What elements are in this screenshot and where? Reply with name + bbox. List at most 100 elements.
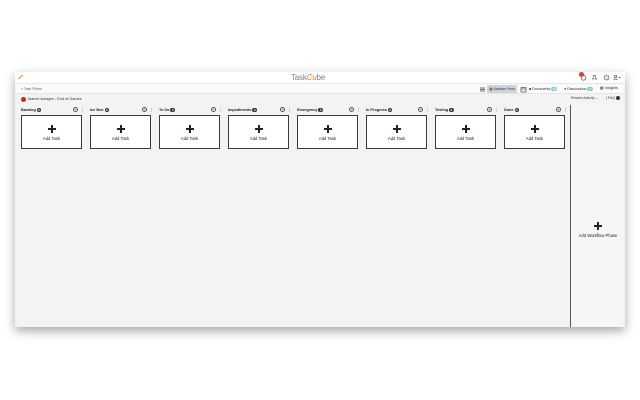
task-filter[interactable]: ▿ Task Filters bbox=[21, 87, 42, 92]
add-task-card[interactable]: Add Task bbox=[366, 115, 427, 149]
plus-icon bbox=[324, 125, 332, 133]
add-workflow-phase-label: Add Workflow Phase bbox=[578, 233, 618, 238]
plus-icon bbox=[117, 125, 125, 133]
kanban-view-button[interactable]: ▦ Kanban View bbox=[487, 85, 517, 93]
help-icon[interactable]: ? bbox=[603, 74, 610, 81]
insights-button[interactable]: ▩ Insights bbox=[600, 86, 618, 91]
column-title: Backlog 0 bbox=[21, 107, 42, 113]
more-options-icon[interactable]: ⋮ bbox=[287, 107, 292, 112]
more-options-icon[interactable]: ⋮ bbox=[494, 107, 499, 112]
column-count-badge: 0 bbox=[252, 107, 257, 112]
add-task-label: Add Task bbox=[180, 136, 199, 141]
column-title: Impediments 0 bbox=[228, 107, 257, 113]
kanban-label: Kanban View bbox=[493, 86, 515, 91]
discussions-count-badge: 0 bbox=[587, 86, 594, 91]
view-toolbar: ▿ Task Filters ▦ Kanban View ■ Documents… bbox=[15, 83, 625, 94]
plus-icon bbox=[255, 125, 263, 133]
more-options-icon[interactable]: ⋮ bbox=[218, 107, 223, 112]
add-task-card[interactable]: Add Task bbox=[435, 115, 496, 149]
filter-icon: ▿ bbox=[21, 87, 23, 91]
kanban-column: In Progress 0 + ⋮ Add Task bbox=[366, 107, 430, 157]
column-header: Impediments 0 + ⋮ bbox=[228, 107, 292, 113]
column-title: Emergency 0 bbox=[297, 107, 323, 113]
documents-button[interactable]: ■ Documents 30 bbox=[529, 86, 558, 92]
add-circle-icon[interactable]: + bbox=[73, 107, 78, 112]
project-title: Marcel Avingen - End of Games bbox=[28, 97, 82, 101]
add-circle-icon[interactable]: + bbox=[487, 107, 492, 112]
menu-icon[interactable] bbox=[18, 74, 24, 80]
more-options-icon[interactable]: ⋮ bbox=[425, 107, 430, 112]
column-header: Emergency 0 + ⋮ bbox=[297, 107, 361, 113]
logo-text-2: Cu bbox=[306, 73, 317, 82]
chat-icon: ● bbox=[564, 86, 567, 91]
chevron-down-icon: ⌄ bbox=[595, 96, 599, 100]
column-header: To Do 0 + ⋮ bbox=[159, 107, 223, 113]
column-title: In Progress 0 bbox=[366, 107, 393, 113]
kanban-column: Backlog 0 + ⋮ Add Task bbox=[21, 107, 85, 157]
column-name: Testing bbox=[435, 107, 449, 112]
add-task-label: Add Task bbox=[318, 136, 337, 141]
add-task-label: Add Task bbox=[387, 136, 406, 141]
documents-label: Documents bbox=[532, 86, 551, 91]
more-options-icon[interactable]: ⋮ bbox=[563, 107, 568, 112]
column-count-badge: 0 bbox=[170, 107, 175, 112]
column-name: Done bbox=[504, 107, 514, 112]
plus-icon bbox=[393, 125, 401, 133]
logo-text-3: be bbox=[316, 73, 325, 82]
plus-icon bbox=[186, 125, 194, 133]
calendar-view-icon[interactable] bbox=[520, 86, 527, 93]
more-options-icon[interactable]: ⋮ bbox=[80, 107, 85, 112]
kanban-icon: ▦ bbox=[489, 86, 493, 91]
discussions-button[interactable]: ● Discussions 0 bbox=[564, 86, 594, 92]
list-view-icon[interactable] bbox=[479, 86, 486, 93]
filter-label: Task Filters bbox=[23, 87, 42, 91]
kanban-column: Ice Box 0 + ⋮ Add Task bbox=[90, 107, 154, 157]
add-task-label: Add Task bbox=[111, 136, 130, 141]
add-task-card[interactable]: Add Task bbox=[90, 115, 151, 149]
column-name: Backlog bbox=[21, 107, 36, 112]
add-task-card[interactable]: Add Task bbox=[297, 115, 358, 149]
add-circle-icon[interactable]: + bbox=[211, 107, 216, 112]
plus-icon bbox=[531, 125, 539, 133]
column-header: Done 0 + ⋮ bbox=[504, 107, 568, 113]
add-circle-icon[interactable]: + bbox=[349, 107, 354, 112]
discussions-label: Discussions bbox=[567, 86, 587, 91]
column-title: Ice Box 0 bbox=[90, 107, 110, 113]
app-window: TaskCube ? ▿ Task Filters ▦ Kanban View … bbox=[15, 72, 625, 327]
recent-activity-dropdown[interactable]: Recent Activity ⌄ bbox=[571, 96, 599, 101]
kanban-column: Done 0 + ⋮ Add Task bbox=[504, 107, 568, 157]
insights-icon: ▩ bbox=[600, 86, 604, 90]
documents-count-badge: 30 bbox=[551, 86, 558, 91]
column-name: To Do bbox=[159, 107, 170, 112]
column-count-badge: 0 bbox=[36, 107, 42, 112]
add-circle-icon[interactable]: + bbox=[280, 107, 285, 112]
add-circle-icon[interactable]: + bbox=[556, 107, 561, 112]
add-task-card[interactable]: Add Task bbox=[504, 115, 565, 149]
more-options-icon[interactable]: ⋮ bbox=[149, 107, 154, 112]
add-workflow-phase-panel[interactable]: Add Workflow Phase bbox=[570, 105, 625, 327]
folder-icon: ■ bbox=[529, 86, 532, 91]
kanban-column: To Do 0 + ⋮ Add Task bbox=[159, 107, 223, 157]
more-options-icon[interactable]: ⋮ bbox=[356, 107, 361, 112]
add-task-card[interactable]: Add Task bbox=[21, 115, 82, 149]
logo-text-1: Task bbox=[291, 73, 307, 82]
user-menu-icon[interactable] bbox=[613, 74, 622, 81]
bell-icon[interactable] bbox=[591, 74, 598, 81]
column-header: In Progress 0 + ⋮ bbox=[366, 107, 430, 113]
add-task-label: Add Task bbox=[456, 136, 475, 141]
add-task-card[interactable]: Add Task bbox=[228, 115, 289, 149]
column-name: Impediments bbox=[228, 107, 252, 112]
help-circle-icon bbox=[616, 96, 621, 101]
add-circle-icon[interactable]: + bbox=[142, 107, 147, 112]
notification-badge bbox=[579, 72, 584, 77]
project-bar: Marcel Avingen - End of Games bbox=[15, 94, 570, 105]
add-task-card[interactable]: Add Task bbox=[159, 115, 220, 149]
column-name: Ice Box bbox=[90, 107, 104, 112]
column-title: Testing 0 bbox=[435, 107, 454, 113]
add-circle-icon[interactable]: + bbox=[418, 107, 423, 112]
plus-icon bbox=[594, 222, 602, 230]
column-count-badge: 0 bbox=[387, 107, 393, 112]
insights-label: Insights bbox=[604, 86, 618, 90]
column-count-badge: 0 bbox=[449, 107, 454, 112]
faq-link[interactable]: | FAQ bbox=[606, 96, 621, 101]
